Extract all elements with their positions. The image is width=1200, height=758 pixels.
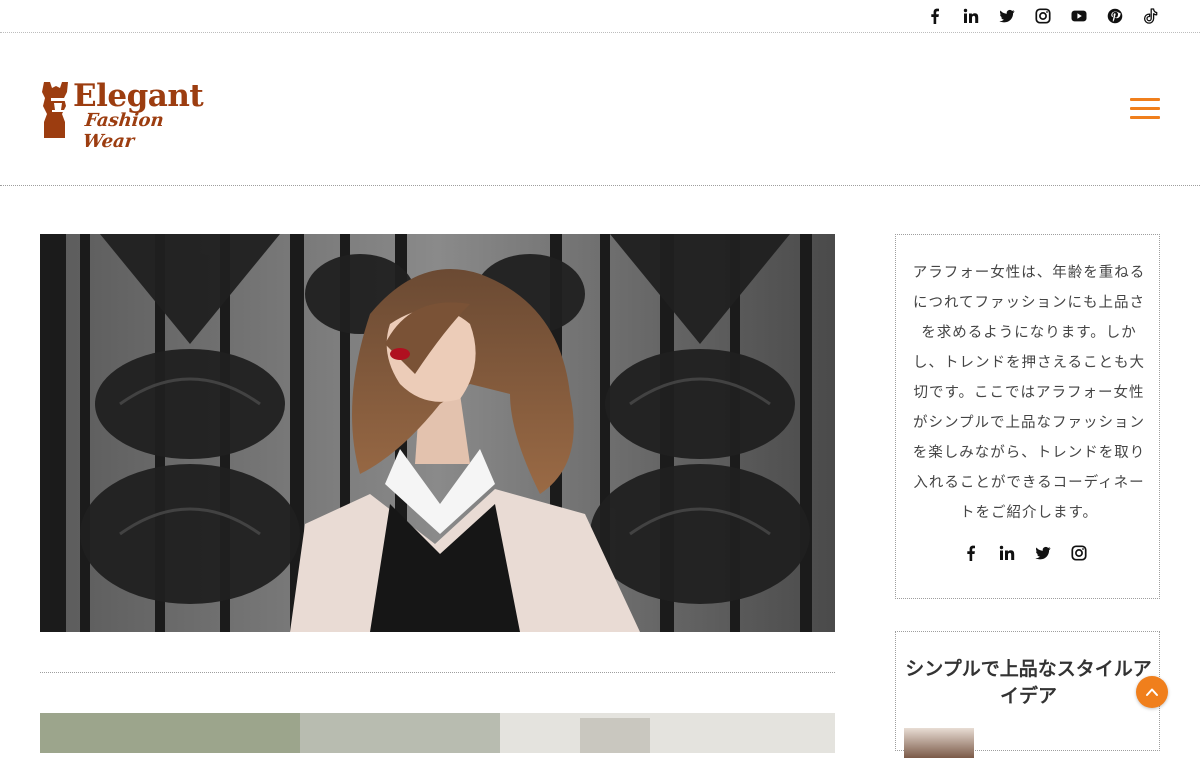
instagram-icon[interactable] <box>1032 6 1054 26</box>
scroll-to-top-button[interactable] <box>1136 676 1168 708</box>
youtube-icon[interactable] <box>1068 6 1090 26</box>
pinterest-icon[interactable] <box>1104 6 1126 26</box>
linkedin-icon[interactable] <box>960 6 982 26</box>
logo-word-elegant: Elegant <box>73 78 204 114</box>
twitter-icon[interactable] <box>1032 543 1054 563</box>
top-bar <box>0 0 1200 33</box>
facebook-icon[interactable] <box>960 543 982 563</box>
post-divider <box>40 672 835 673</box>
second-post-image[interactable] <box>40 713 835 753</box>
sidebar-style-ideas-widget: シンプルで上品なスタイルアイデア <box>895 631 1160 758</box>
about-description: アラフォー女性は、年齢を重ねるにつれてファッションにも上品さを求めるようになりま… <box>912 265 1146 521</box>
site-logo[interactable]: Elegant Fashion Wear <box>40 78 212 152</box>
twitter-icon[interactable] <box>996 6 1018 26</box>
chevron-up-icon <box>1146 688 1158 696</box>
logo-word-fashion-wear: Fashion Wear <box>81 110 165 152</box>
tiktok-icon[interactable] <box>1140 6 1162 26</box>
hamburger-line <box>1130 98 1160 101</box>
top-social-links <box>924 6 1162 26</box>
widget-post-thumbnail[interactable] <box>904 728 974 758</box>
hamburger-line <box>1130 116 1160 119</box>
menu-toggle-button[interactable] <box>1129 97 1161 121</box>
instagram-icon[interactable] <box>1068 543 1090 563</box>
dress-form-icon <box>42 82 68 138</box>
sidebar-social-links <box>960 543 1090 563</box>
hamburger-line <box>1130 107 1160 110</box>
linkedin-icon[interactable] <box>996 543 1018 563</box>
widget-title: シンプルで上品なスタイルアイデア <box>905 658 1152 707</box>
featured-post-image[interactable] <box>40 234 835 632</box>
photo-second-post <box>40 713 835 753</box>
photo-woman-gate <box>40 234 835 632</box>
facebook-icon[interactable] <box>924 6 946 26</box>
sidebar-about-widget: アラフォー女性は、年齢を重ねるにつれてファッションにも上品さを求めるようになりま… <box>895 234 1160 599</box>
site-header: Elegant Fashion Wear <box>0 33 1200 186</box>
